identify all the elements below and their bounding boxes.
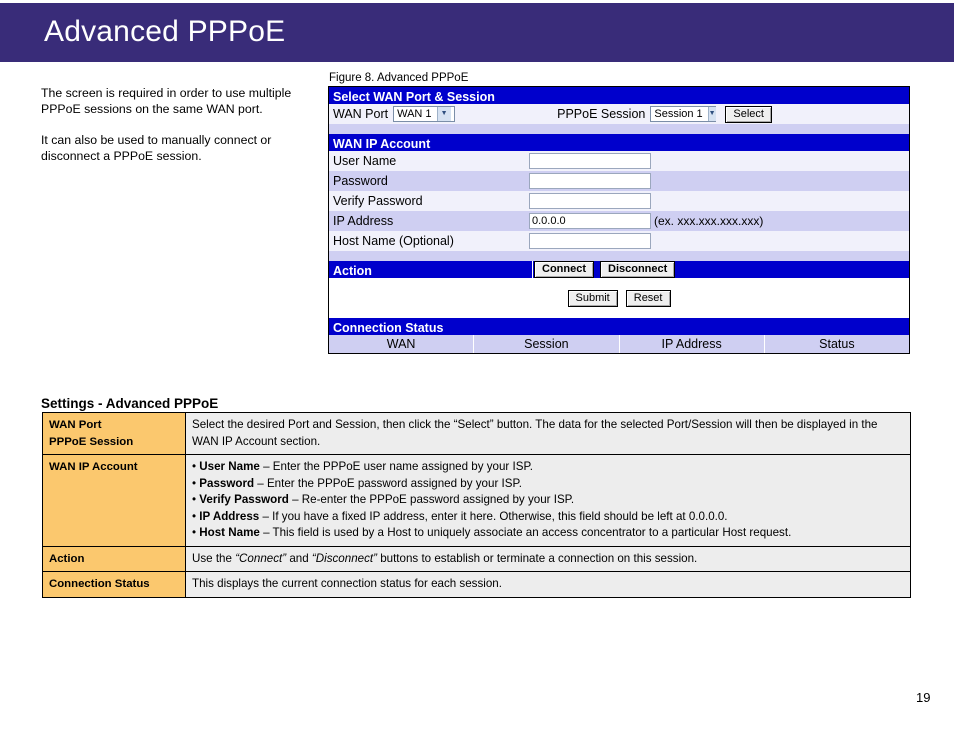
settings-desc-wan-ip-account: • User Name – Enter the PPPoE user name … [185,454,911,547]
bullet-term: Host Name [199,526,260,539]
desc-quote-connect: “Connect” [235,551,287,565]
bullet-text: – This field is used by a Host to unique… [259,526,792,539]
page-number: 19 [916,690,931,705]
chevron-down-icon: ▼ [436,107,451,121]
disconnect-button[interactable]: Disconnect [600,261,676,278]
password-input[interactable] [529,173,651,189]
bullet-text: – Enter the PPPoE user name assigned by … [259,460,533,473]
section-spacer [329,124,909,134]
bullet-term: Verify Password [199,493,289,506]
ip-address-row: IP Address 0.0.0.0 (ex. xxx.xxx.xxx.xxx) [329,211,909,231]
verify-password-input[interactable] [529,193,651,209]
page-banner: Advanced PPPoE [0,3,954,62]
settings-key-connection-status: Connection Status [42,571,186,598]
action-label: Action [333,264,372,278]
bullet-text: – Re-enter the PPPoE password assigned b… [288,493,575,506]
host-name-label: Host Name (Optional) [333,234,454,248]
bullet-text: – If you have a fixed IP address, enter … [259,509,728,523]
pppoe-session-select-value: Session 1 [654,108,703,120]
intro-paragraph-2: It can also be used to manually connect … [41,133,272,163]
status-column-session: Session [474,335,620,353]
bullet-term: Password [199,476,255,490]
user-name-label: User Name [333,154,397,168]
figure-caption: Figure 8. Advanced PPPoE [329,72,469,84]
pppoe-session-label: PPPoE Session [557,107,646,121]
list-item: • Password – Enter the PPPoE password as… [192,476,522,490]
list-item: • Verify Password – Re-enter the PPPoE p… [192,493,575,506]
settings-desc-action: Use the “Connect” and “Disconnect” butto… [185,545,911,572]
wan-ip-account-header: WAN IP Account [329,134,909,151]
user-name-input[interactable] [529,153,651,169]
reset-button[interactable]: Reset [625,289,671,307]
desc-prefix: Use the [192,551,236,565]
settings-key-line-2: PPPoE Session [49,435,134,448]
section-spacer [329,251,909,261]
select-button[interactable]: Select [725,105,772,123]
intro-paragraph-1: The screen is required in order to use m… [41,86,292,116]
settings-section-title: Settings - Advanced PPPoE [41,396,219,411]
action-buttons-group: Connect Disconnect [534,261,676,278]
verify-password-label: Verify Password [333,194,423,208]
ip-address-label: IP Address [333,214,394,228]
settings-key-wan-ip-account: WAN IP Account [42,454,186,547]
settings-desc-text: Select the desired Port and Session, the… [192,418,878,448]
settings-key-action: Action [42,545,186,572]
table-row: Action Use the “Connect” and “Disconnect… [42,545,911,572]
list-item: • Host Name – This field is used by a Ho… [192,526,792,539]
chevron-down-icon: ▼ [707,107,716,121]
intro-text-block: The screen is required in order to use m… [41,85,303,164]
bullet-text: – Enter the PPPoE password assigned by y… [254,476,522,490]
select-wan-port-session-header: Select WAN Port & Session [329,87,909,104]
desc-mid: and [286,551,312,565]
table-row: Connection Status This displays the curr… [42,571,911,598]
password-label: Password [333,174,388,188]
settings-key-line-1: WAN Port [49,419,102,431]
ip-address-input[interactable]: 0.0.0.0 [529,213,651,229]
desc-quote-disconnect: “Disconnect” [311,551,377,565]
settings-desc-wan-port-session: Select the desired Port and Session, the… [185,412,911,455]
submit-button[interactable]: Submit [567,289,618,307]
host-name-input[interactable] [529,233,651,249]
status-column-wan: WAN [329,335,475,353]
bullet-term: User Name [199,460,260,473]
settings-bullet-list: • User Name – Enter the PPPoE user name … [192,459,904,542]
ip-address-hint: (ex. xxx.xxx.xxx.xxx) [654,214,764,228]
settings-key-wan-port-session: WAN Port PPPoE Session [42,412,186,455]
wan-port-session-row: WAN Port WAN 1 ▼ PPPoE Session Session 1… [329,104,909,124]
password-row: Password [329,171,909,191]
user-name-row: User Name [329,151,909,171]
settings-table: WAN Port PPPoE Session Select the desire… [42,412,911,598]
action-bar-divider [532,261,533,278]
host-name-row: Host Name (Optional) [329,231,909,251]
table-row: WAN Port PPPoE Session Select the desire… [42,412,911,455]
verify-password-row: Verify Password [329,191,909,211]
desc-suffix: buttons to establish or terminate a conn… [376,551,698,565]
bullet-term: IP Address [199,509,260,523]
connect-button[interactable]: Connect [534,261,594,278]
router-config-panel: Select WAN Port & Session WAN Port WAN 1… [328,86,910,354]
settings-desc-connection-status: This displays the current connection sta… [185,571,911,598]
list-item: • User Name – Enter the PPPoE user name … [192,460,533,473]
list-item: • IP Address – If you have a fixed IP ad… [192,509,728,523]
submit-reset-row: Submit Reset [329,278,909,318]
status-column-ip-address: IP Address [620,335,765,353]
action-header-bar: Action Connect Disconnect [329,261,909,278]
wan-port-select[interactable]: WAN 1 ▼ [393,106,456,122]
connection-status-columns: WAN Session IP Address Status [329,335,909,353]
status-column-status: Status [819,337,855,351]
table-row: WAN IP Account • User Name – Enter the P… [42,454,911,547]
pppoe-session-select[interactable]: Session 1 ▼ [650,106,717,122]
connection-status-header: Connection Status [329,318,909,335]
page-title: Advanced PPPoE [44,15,286,48]
wan-port-select-value: WAN 1 [397,108,432,120]
wan-port-label: WAN Port [333,107,389,121]
